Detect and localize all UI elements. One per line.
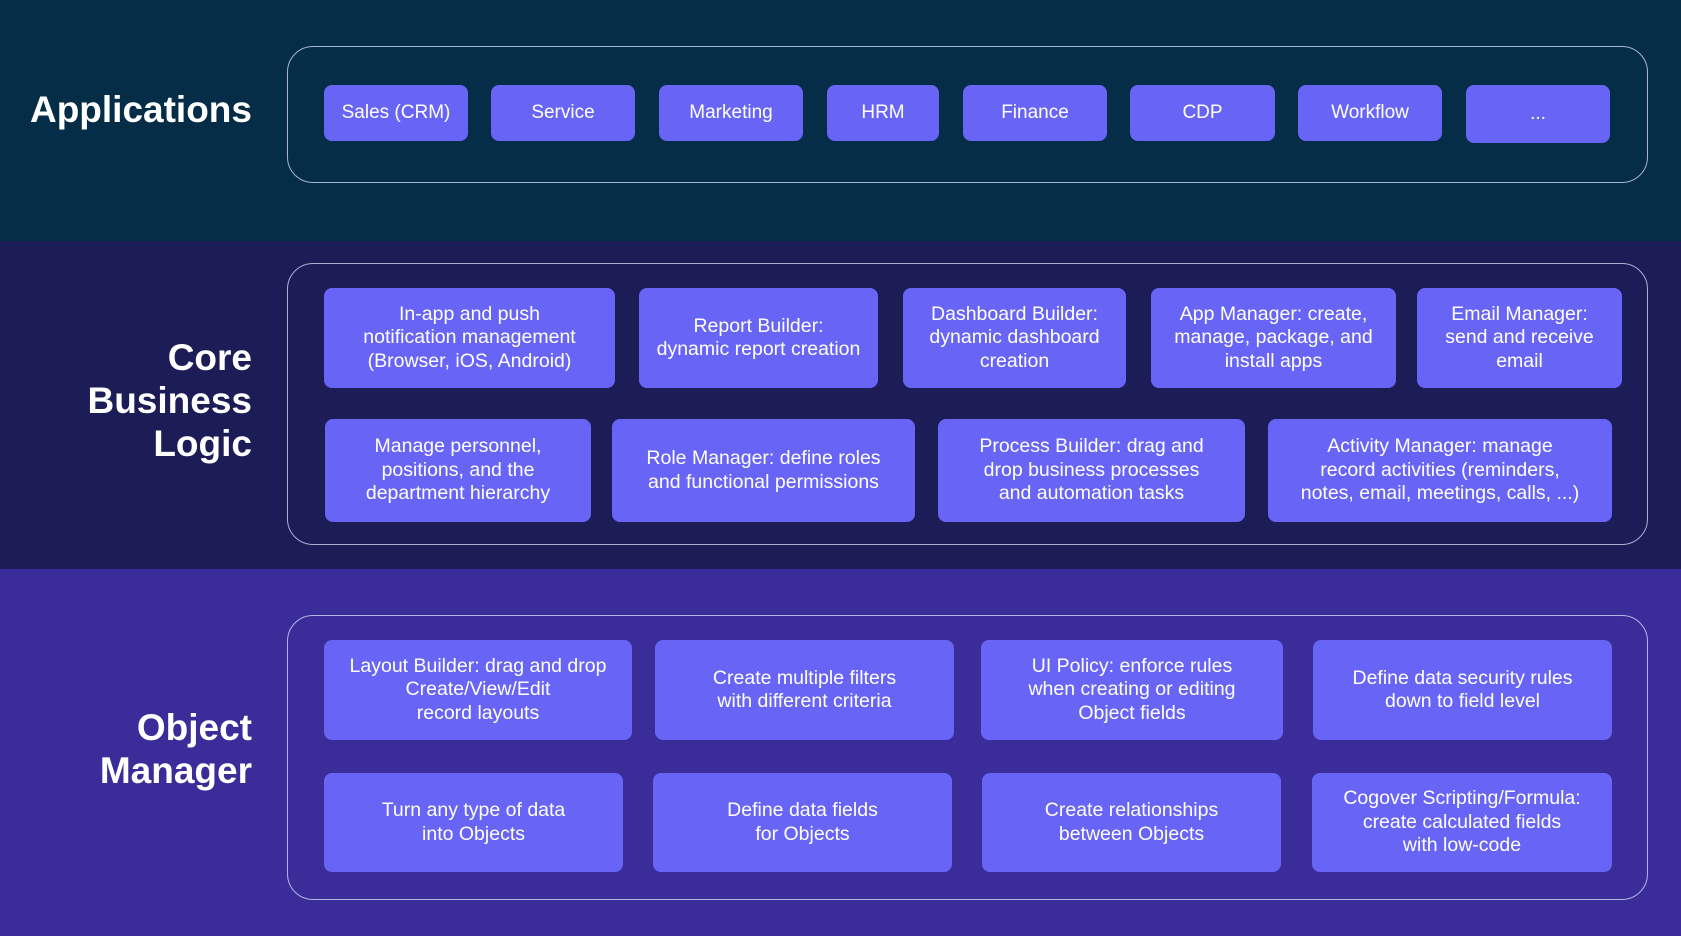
app-marketing: Marketing <box>659 85 803 141</box>
app-sales-crm: Sales (CRM) <box>324 85 468 141</box>
core-email-manager: Email Manager: send and receive email <box>1417 288 1622 388</box>
app-service: Service <box>491 85 635 141</box>
core-business-logic-layer: Core Business Logic In-app and push noti… <box>0 241 1681 569</box>
core-dashboard-builder: Dashboard Builder: dynamic dashboard cre… <box>903 288 1126 388</box>
core-business-logic-title: Core Business Logic <box>87 337 252 464</box>
object-manager-layer: Object Manager Layout Builder: drag and … <box>0 569 1681 936</box>
app-finance: Finance <box>963 85 1107 141</box>
core-role-manager: Role Manager: define roles and functiona… <box>612 419 915 522</box>
core-personnel-management: Manage personnel, positions, and the dep… <box>325 419 591 522</box>
core-process-builder: Process Builder: drag and drop business … <box>938 419 1245 522</box>
object-layout-builder: Layout Builder: drag and drop Create/Vie… <box>324 640 632 740</box>
app-hrm: HRM <box>827 85 939 141</box>
object-scripting-formula: Cogover Scripting/Formula: create calcul… <box>1312 773 1612 872</box>
app-more: ... <box>1466 85 1610 143</box>
object-manager-title: Object Manager <box>99 707 252 791</box>
core-app-manager: App Manager: create, manage, package, an… <box>1151 288 1396 388</box>
object-ui-policy: UI Policy: enforce rules when creating o… <box>981 640 1283 740</box>
app-workflow: Workflow <box>1298 85 1442 141</box>
core-activity-manager: Activity Manager: manage record activiti… <box>1268 419 1612 522</box>
core-report-builder: Report Builder: dynamic report creation <box>639 288 878 388</box>
applications-layer: Applications Sales (CRM) Service Marketi… <box>0 0 1681 241</box>
object-data-security-rules: Define data security rules down to field… <box>1313 640 1612 740</box>
object-define-data-fields: Define data fields for Objects <box>653 773 952 872</box>
object-multiple-filters: Create multiple filters with different c… <box>655 640 954 740</box>
core-notification-management: In-app and push notification management … <box>324 288 615 388</box>
applications-title: Applications <box>29 89 252 130</box>
object-turn-data-into-objects: Turn any type of data into Objects <box>324 773 623 872</box>
object-create-relationships: Create relationships between Objects <box>982 773 1281 872</box>
app-cdp: CDP <box>1130 85 1275 141</box>
